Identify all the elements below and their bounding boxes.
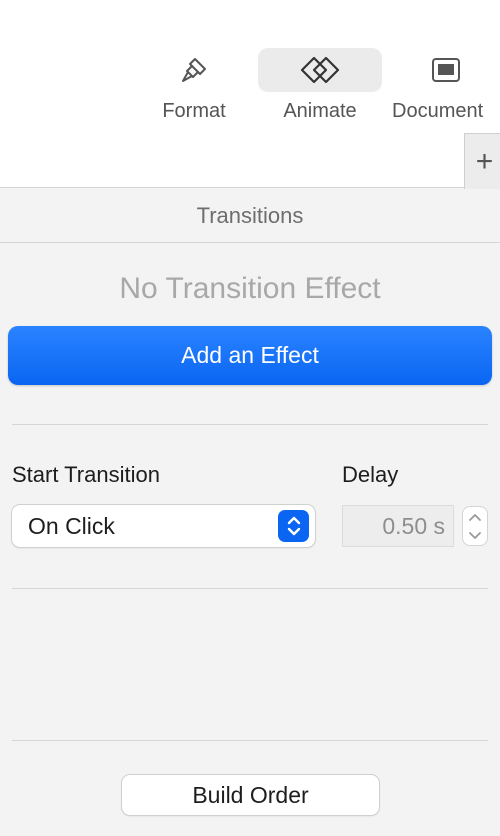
start-transition-value: On Click	[28, 512, 115, 539]
document-icon	[388, 48, 500, 92]
add-effect-label: Add an Effect	[181, 342, 319, 368]
build-order-label: Build Order	[192, 781, 309, 808]
divider	[12, 588, 488, 589]
build-order-button[interactable]: Build Order	[122, 775, 379, 815]
transitions-section-header: Transitions	[0, 189, 500, 243]
no-transition-effect-text: No Transition Effect	[119, 272, 381, 305]
inspector-toolbar: Format Animate Document +	[0, 0, 500, 189]
tab-animate[interactable]: Animate	[258, 48, 382, 128]
chevron-up-down-icon	[278, 510, 309, 542]
divider	[12, 424, 488, 425]
tab-document-label: Document	[392, 100, 484, 122]
animate-diamond-icon	[258, 48, 382, 92]
paintbrush-icon	[148, 48, 240, 92]
delay-stepper[interactable]	[462, 506, 488, 546]
delay-label: Delay	[342, 462, 399, 487]
add-tab-button[interactable]: +	[464, 133, 500, 189]
add-effect-button[interactable]: Add an Effect	[8, 326, 492, 385]
delay-value: 0.50 s	[382, 512, 445, 539]
tab-format[interactable]: Format	[148, 48, 240, 128]
stepper-up-icon[interactable]	[463, 507, 487, 526]
delay-field[interactable]: 0.50 s	[342, 505, 454, 547]
tab-format-label: Format	[162, 100, 226, 122]
stepper-down-icon[interactable]	[463, 526, 487, 545]
start-transition-label: Start Transition	[12, 462, 160, 487]
tab-document[interactable]: Document	[388, 48, 500, 128]
tab-animate-label: Animate	[283, 100, 357, 122]
plus-icon: +	[475, 144, 494, 178]
section-title: Transitions	[196, 202, 304, 228]
start-transition-select[interactable]: On Click	[12, 505, 315, 547]
divider	[12, 740, 488, 741]
